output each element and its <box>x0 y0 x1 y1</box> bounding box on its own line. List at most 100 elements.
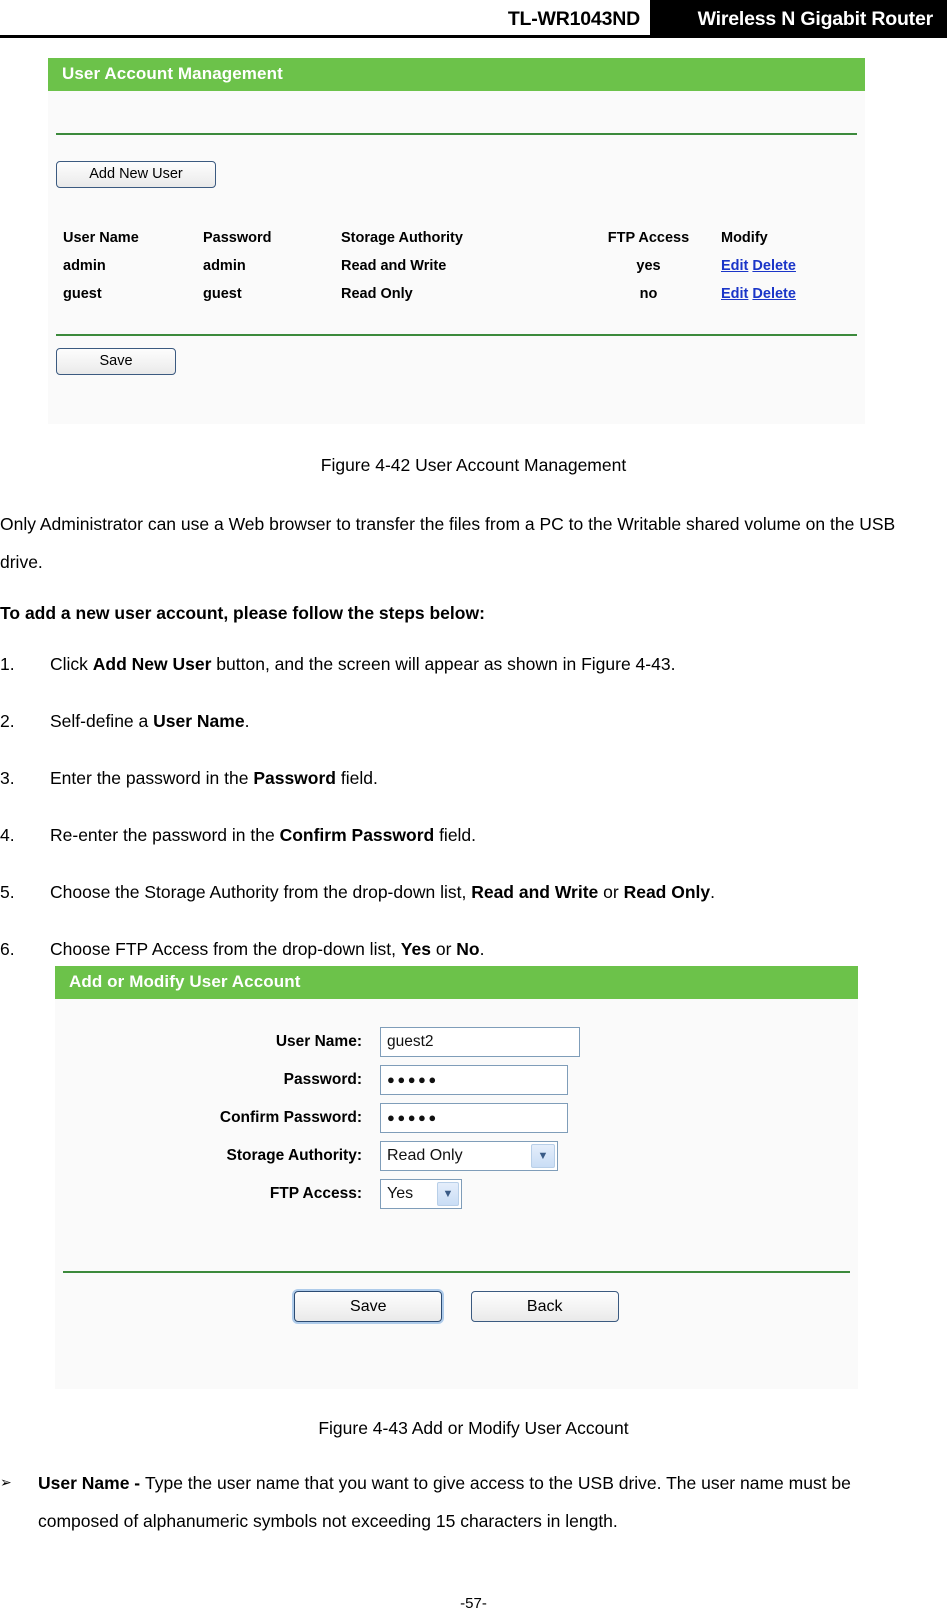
user-account-management-panel: User Account Management Add New User Use… <box>48 58 865 424</box>
step-text: Re-enter the password in the Confirm Pas… <box>50 816 920 854</box>
add-new-user-button-row: Add New User <box>48 135 865 188</box>
panel-title-add-modify-user-account: Add or Modify User Account <box>55 966 858 999</box>
save-button-row: Save <box>48 336 865 375</box>
cell-storage-authority: Read Only <box>341 286 413 302</box>
cell-storage-authority: Read and Write <box>341 258 447 274</box>
step-text-bold: Confirm Password <box>279 825 435 845</box>
ftp-access-label: FTP Access: <box>269 1185 362 1202</box>
bullet-text-bold: User Name - <box>38 1473 145 1493</box>
edit-link[interactable]: Edit <box>721 286 748 302</box>
add-modify-user-account-panel: Add or Modify User Account User Name: gu… <box>55 966 858 1389</box>
ftp-access-value: Yes <box>387 1185 414 1202</box>
column-header-modify: Modify <box>721 230 768 246</box>
step-text-post: button, and the screen will appear as sh… <box>211 654 676 674</box>
cell-user-name: guest <box>63 286 102 302</box>
steps-heading: To add a new user account, please follow… <box>0 603 485 623</box>
storage-authority-label: Storage Authority: <box>226 1147 362 1164</box>
step-text-bold2: No <box>456 939 480 959</box>
cell-user-name: admin <box>63 258 106 274</box>
step-text-post: field. <box>434 825 477 845</box>
step-text-pre: Choose the Storage Authority from the dr… <box>50 882 472 902</box>
panel-top-spacer <box>48 91 865 133</box>
step-text: Self-define a User Name. <box>50 702 920 740</box>
step-number: 6. <box>0 939 15 959</box>
user-account-management-body: Add New User User Name Password Storage … <box>48 91 865 375</box>
form-row-user-name: User Name: guest2 <box>55 1027 858 1057</box>
step-number: 2. <box>0 711 15 731</box>
page-number: -57- <box>460 1595 487 1612</box>
cell-password: admin <box>203 258 246 274</box>
step-item-3: 3. Enter the password in the Password fi… <box>0 759 920 797</box>
step-item-4: 4. Re-enter the password in the Confirm … <box>0 816 920 854</box>
step-text-pre: Re-enter the password in the <box>50 825 280 845</box>
step-text: Enter the password in the Password field… <box>50 759 920 797</box>
step-text-bold: Yes <box>400 939 431 959</box>
step-text-mid: or <box>598 882 624 902</box>
ftp-access-select[interactable]: Yes ▼ <box>380 1179 462 1209</box>
intro-paragraph: Only Administrator can use a Web browser… <box>0 514 896 572</box>
back-button[interactable]: Back <box>470 1291 619 1322</box>
user-account-form: User Name: guest2 Password: ●●●●● Confir… <box>55 999 858 1271</box>
column-header-ftp-access: FTP Access <box>607 230 690 246</box>
step-text-pre: Choose FTP Access from the drop-down lis… <box>50 939 401 959</box>
header-model-name: TL-WR1043ND <box>507 8 640 30</box>
form-row-storage-authority: Storage Authority: Read Only ▼ <box>55 1141 858 1171</box>
step-number: 1. <box>0 654 15 674</box>
step-text-post: . <box>244 711 250 731</box>
delete-link[interactable]: Delete <box>752 258 796 274</box>
add-new-user-button[interactable]: Add New User <box>56 161 216 188</box>
panel-title-user-account-management: User Account Management <box>48 58 865 91</box>
step-text-bold2: Read Only <box>623 882 711 902</box>
step-text-pre: Click <box>50 654 93 674</box>
chevron-down-icon[interactable]: ▼ <box>531 1144 555 1168</box>
step-text-pre: Self-define a <box>50 711 154 731</box>
step-item-1: 1. Click Add New User button, and the sc… <box>0 645 920 683</box>
step-item-6: 6. Choose FTP Access from the drop-down … <box>0 930 920 968</box>
table-row: guest guest Read Only no Edit Delete <box>48 280 865 308</box>
step-text-bold: Read and Write <box>471 882 599 902</box>
save-button[interactable]: Save <box>56 348 176 375</box>
form-button-row: Save Back <box>55 1273 858 1322</box>
cell-password: guest <box>203 286 242 302</box>
bullet-text-body: Type the user name that you want to give… <box>38 1473 851 1531</box>
storage-authority-value: Read Only <box>387 1147 463 1164</box>
user-name-input[interactable]: guest2 <box>380 1027 580 1057</box>
bullet-item-user-name: ➢ User Name - Type the user name that yo… <box>0 1464 930 1540</box>
save-button[interactable]: Save <box>294 1291 443 1322</box>
password-label: Password: <box>283 1071 362 1088</box>
figure-caption-4-43: Figure 4-43 Add or Modify User Account <box>318 1418 629 1438</box>
figure-caption-4-42: Figure 4-42 User Account Management <box>320 455 627 475</box>
step-text: Choose the Storage Authority from the dr… <box>50 873 920 911</box>
header-product-name: Wireless N Gigabit Router <box>697 8 934 30</box>
form-row-ftp-access: FTP Access: Yes ▼ <box>55 1179 858 1209</box>
confirm-password-label: Confirm Password: <box>219 1109 362 1126</box>
step-text-bold: Password <box>253 768 336 788</box>
form-row-password: Password: ●●●●● <box>55 1065 858 1095</box>
step-item-5: 5. Choose the Storage Authority from the… <box>0 873 920 911</box>
user-accounts-table: User Name Password Storage Authority FTP… <box>48 224 865 308</box>
cell-modify: Edit Delete <box>721 280 865 308</box>
page-running-header: TL-WR1043ND Wireless N Gigabit Router <box>0 0 947 42</box>
delete-link[interactable]: Delete <box>752 286 796 302</box>
step-text-post: field. <box>336 768 378 788</box>
edit-link[interactable]: Edit <box>721 258 748 274</box>
step-number: 3. <box>0 768 15 788</box>
column-header-password: Password <box>203 230 272 246</box>
step-item-2: 2. Self-define a User Name. <box>0 702 920 740</box>
step-text: Choose FTP Access from the drop-down lis… <box>50 930 920 968</box>
step-text-bold: Add New User <box>92 654 212 674</box>
table-header-row: User Name Password Storage Authority FTP… <box>48 224 865 252</box>
confirm-password-input[interactable]: ●●●●● <box>380 1103 568 1133</box>
cell-ftp-access: yes <box>636 258 661 274</box>
table-row: admin admin Read and Write yes Edit Dele… <box>48 252 865 280</box>
step-text-post: . <box>479 939 485 959</box>
column-header-user-name: User Name <box>63 230 139 246</box>
bullet-text: User Name - Type the user name that you … <box>38 1464 930 1540</box>
chevron-down-icon[interactable]: ▼ <box>437 1182 459 1206</box>
storage-authority-select[interactable]: Read Only ▼ <box>380 1141 558 1171</box>
step-number: 4. <box>0 825 15 845</box>
arrow-bullet-icon: ➢ <box>0 1475 12 1491</box>
password-input[interactable]: ●●●●● <box>380 1065 568 1095</box>
step-text-mid: or <box>430 939 457 959</box>
form-row-confirm-password: Confirm Password: ●●●●● <box>55 1103 858 1133</box>
